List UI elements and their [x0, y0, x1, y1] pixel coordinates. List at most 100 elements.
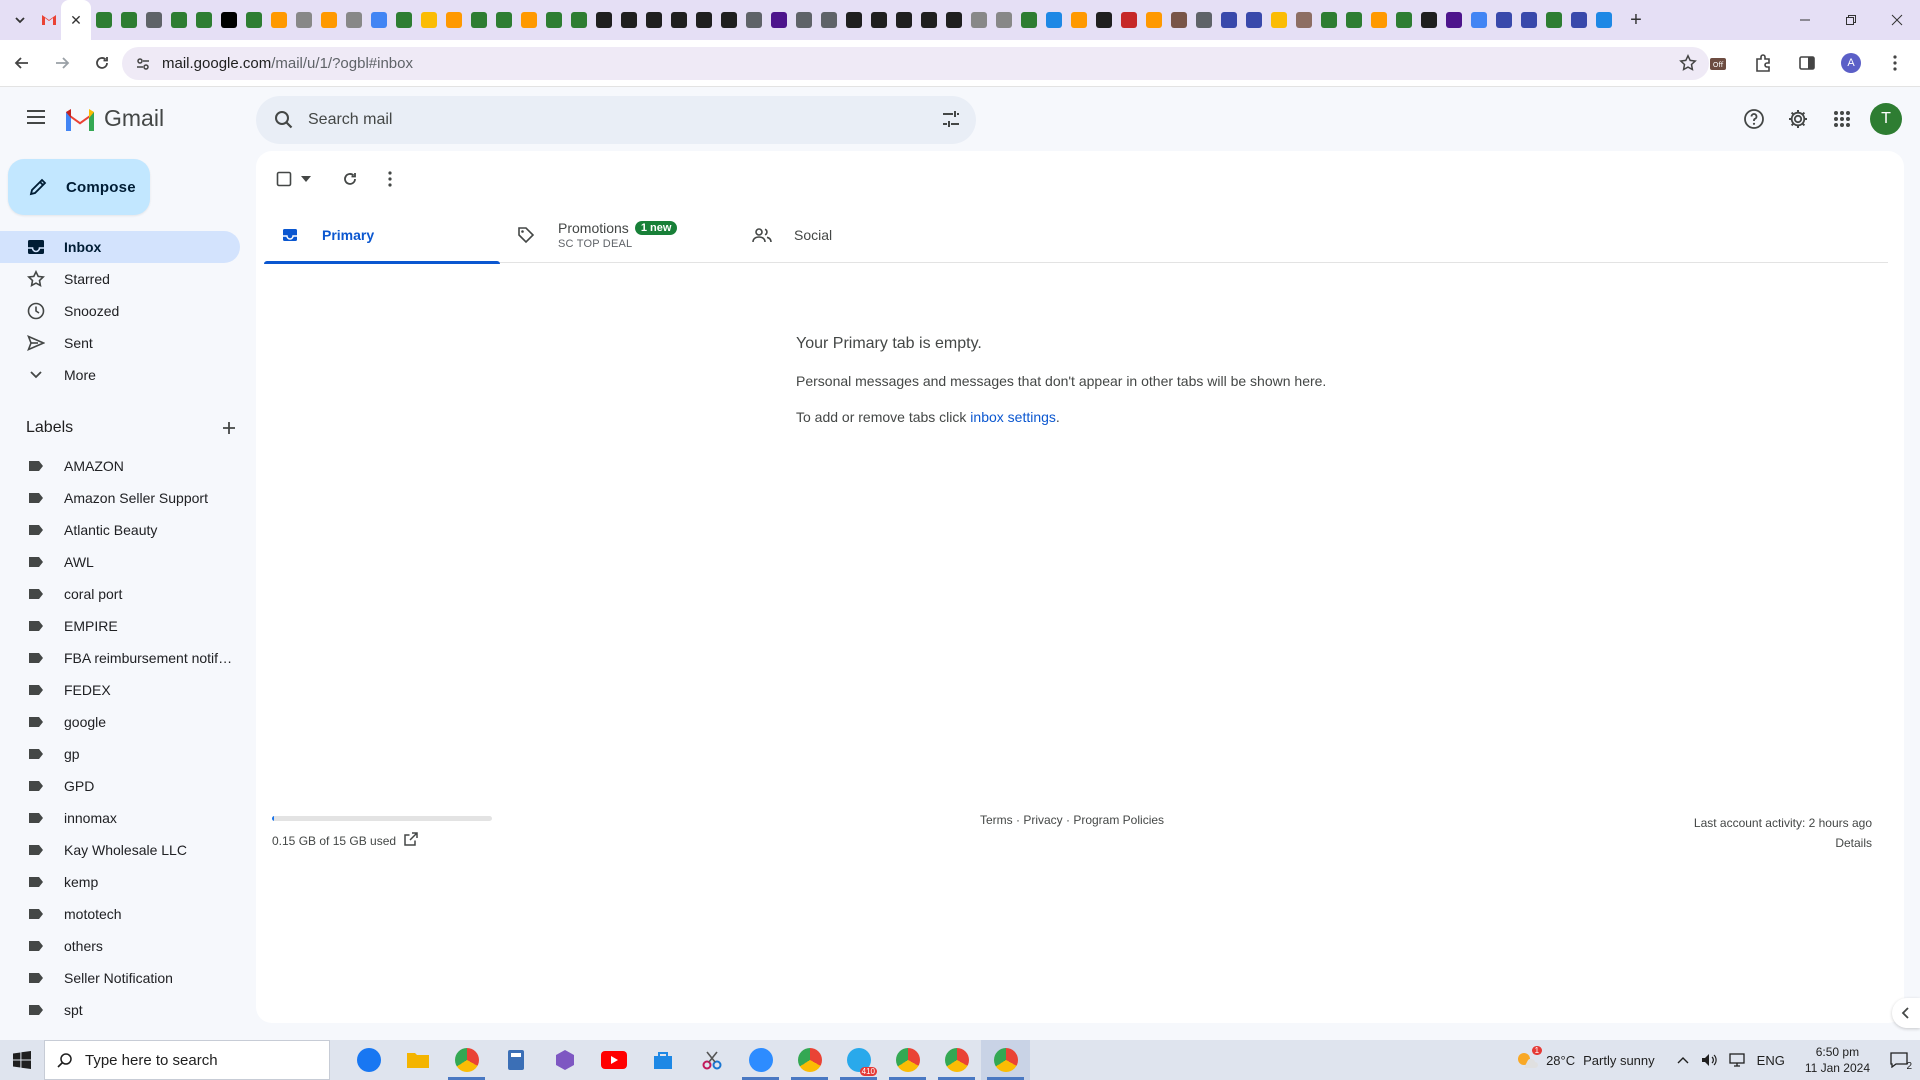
pinned-tab[interactable] — [541, 0, 566, 40]
footer-policies[interactable]: Terms · Privacy · Program Policies — [980, 813, 1164, 827]
profile-button[interactable]: A — [1834, 45, 1868, 81]
pinned-tab[interactable] — [666, 0, 691, 40]
pinned-tab[interactable] — [441, 0, 466, 40]
tab-gmail[interactable] — [36, 0, 61, 40]
taskbar-chrome-4[interactable] — [932, 1040, 981, 1080]
extension-button[interactable]: Off — [1702, 45, 1736, 81]
pinned-tab[interactable] — [1116, 0, 1141, 40]
taskbar-calculator[interactable] — [491, 1040, 540, 1080]
pinned-tab[interactable] — [316, 0, 341, 40]
gmail-logo[interactable]: Gmail — [64, 105, 164, 132]
network-button[interactable] — [1729, 1053, 1745, 1067]
taskbar-app-hex[interactable] — [540, 1040, 589, 1080]
pinned-tab[interactable] — [1016, 0, 1041, 40]
label-item[interactable]: spt — [0, 994, 240, 1026]
close-tab-icon[interactable]: ✕ — [70, 12, 82, 29]
label-item[interactable]: Kay Wholesale LLC — [0, 834, 240, 866]
site-info-icon[interactable] — [128, 56, 158, 72]
more-actions-button[interactable] — [370, 161, 410, 197]
pinned-tab[interactable] — [741, 0, 766, 40]
refresh-button[interactable] — [330, 161, 370, 197]
search-input[interactable] — [308, 111, 908, 129]
volume-button[interactable] — [1701, 1053, 1717, 1067]
pinned-tab[interactable] — [691, 0, 716, 40]
label-item[interactable]: Seller Notification — [0, 962, 240, 994]
taskbar-chrome-2[interactable] — [785, 1040, 834, 1080]
label-item[interactable]: FEDEX — [0, 674, 240, 706]
label-item[interactable]: innomax — [0, 802, 240, 834]
pinned-tab[interactable] — [566, 0, 591, 40]
label-item[interactable]: others — [0, 930, 240, 962]
pinned-tab[interactable] — [141, 0, 166, 40]
pinned-tab[interactable] — [966, 0, 991, 40]
pinned-tab[interactable] — [941, 0, 966, 40]
taskbar-chrome-3[interactable] — [883, 1040, 932, 1080]
taskbar-facebook[interactable] — [344, 1040, 393, 1080]
tab-search-dropdown[interactable] — [6, 6, 34, 34]
pinned-tab[interactable] — [916, 0, 941, 40]
restore-button[interactable] — [1828, 0, 1874, 40]
taskbar-telegram[interactable]: 410 — [834, 1040, 883, 1080]
language-indicator[interactable]: ENG — [1757, 1053, 1785, 1068]
pinned-tab[interactable] — [341, 0, 366, 40]
tray-overflow-button[interactable] — [1677, 1056, 1689, 1064]
pinned-tab[interactable] — [816, 0, 841, 40]
pinned-tab[interactable] — [1191, 0, 1216, 40]
label-item[interactable]: AWL — [0, 546, 240, 578]
label-item[interactable]: google — [0, 706, 240, 738]
main-menu-button[interactable] — [16, 97, 56, 137]
label-item[interactable]: GPD — [0, 770, 240, 802]
pinned-tab[interactable] — [391, 0, 416, 40]
browser-menu-button[interactable] — [1878, 45, 1912, 81]
sidebar-item-starred[interactable]: Starred — [0, 263, 240, 295]
sidebar-item-more[interactable]: More — [0, 359, 240, 391]
pinned-tab[interactable] — [1516, 0, 1541, 40]
taskbar-store[interactable] — [638, 1040, 687, 1080]
new-tab-button[interactable]: + — [1622, 6, 1650, 34]
start-button[interactable] — [0, 1040, 44, 1080]
pinned-tab[interactable] — [266, 0, 291, 40]
pinned-tab[interactable] — [416, 0, 441, 40]
bookmark-star-button[interactable] — [1679, 54, 1697, 77]
pinned-tab[interactable] — [866, 0, 891, 40]
label-item[interactable]: FBA reimbursement notifications — [0, 642, 240, 674]
show-side-panel-button[interactable] — [1892, 998, 1920, 1028]
pinned-tab[interactable] — [1091, 0, 1116, 40]
pinned-tab[interactable] — [1366, 0, 1391, 40]
select-options-button[interactable] — [296, 161, 316, 197]
pinned-tab[interactable] — [1266, 0, 1291, 40]
weather-widget[interactable]: 1 28°C Partly sunny — [1516, 1046, 1655, 1070]
close-window-button[interactable] — [1874, 0, 1920, 40]
pinned-tab[interactable] — [791, 0, 816, 40]
label-item[interactable]: mototech — [0, 898, 240, 930]
pinned-tab[interactable] — [216, 0, 241, 40]
pinned-tab[interactable] — [1166, 0, 1191, 40]
pinned-tab[interactable] — [191, 0, 216, 40]
pinned-tab[interactable] — [91, 0, 116, 40]
pinned-tab[interactable] — [291, 0, 316, 40]
pinned-tab[interactable] — [1566, 0, 1591, 40]
pinned-tab[interactable] — [616, 0, 641, 40]
label-item[interactable]: coral port — [0, 578, 240, 610]
taskbar-snipping[interactable] — [687, 1040, 736, 1080]
pinned-tab[interactable] — [1341, 0, 1366, 40]
pinned-tab[interactable] — [491, 0, 516, 40]
pinned-tab[interactable] — [1066, 0, 1091, 40]
forward-button[interactable] — [44, 45, 80, 81]
search-button[interactable] — [264, 110, 304, 130]
pinned-tab[interactable] — [1216, 0, 1241, 40]
label-item[interactable]: Amazon Seller Support — [0, 482, 240, 514]
taskbar-search[interactable]: Type here to search — [44, 1040, 330, 1080]
add-label-icon[interactable] — [222, 421, 236, 435]
pinned-tab[interactable] — [1466, 0, 1491, 40]
pinned-tab[interactable] — [1491, 0, 1516, 40]
reload-button[interactable] — [84, 45, 120, 81]
label-item[interactable]: EMPIRE — [0, 610, 240, 642]
sidebar-item-inbox[interactable]: Inbox — [0, 231, 240, 263]
pinned-tab[interactable] — [366, 0, 391, 40]
inbox-settings-link[interactable]: inbox settings — [970, 409, 1056, 425]
manage-storage-link[interactable] — [404, 832, 418, 849]
taskbar-chrome-5[interactable] — [981, 1040, 1030, 1080]
pinned-tab[interactable] — [766, 0, 791, 40]
pinned-tab[interactable] — [1541, 0, 1566, 40]
